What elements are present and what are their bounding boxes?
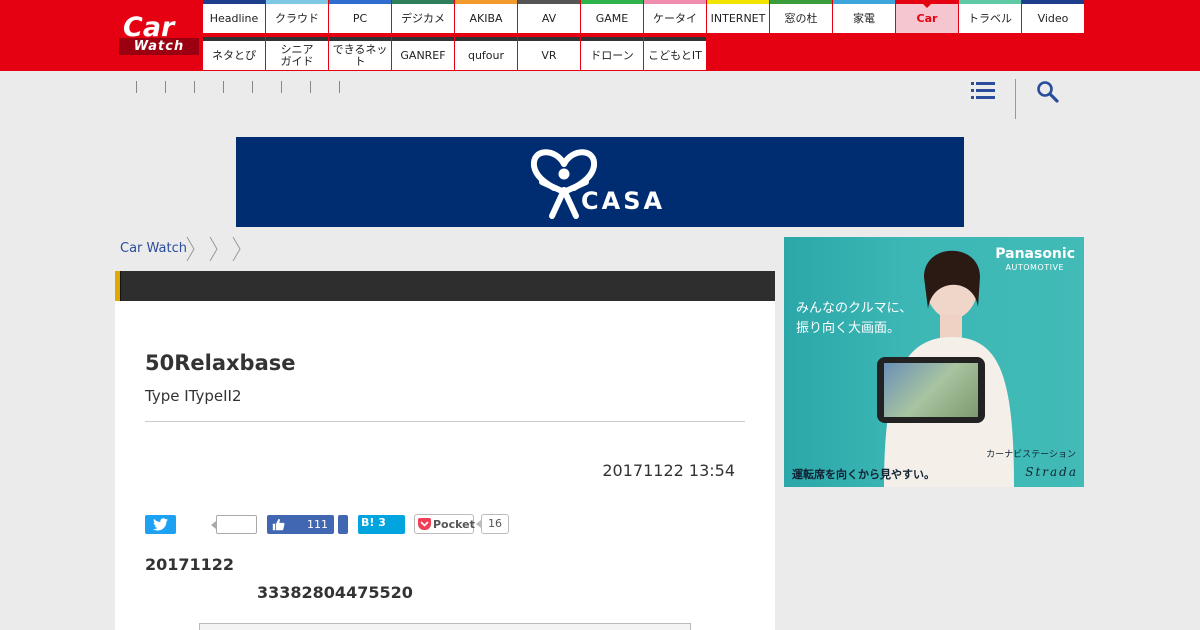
nav-item-akiba[interactable]: AKIBA bbox=[455, 0, 517, 33]
nav-item-label: Car bbox=[916, 11, 938, 25]
nav-item-label: GANREF bbox=[400, 48, 446, 62]
sub-nav-separator bbox=[194, 81, 195, 93]
ad-car-navi-device bbox=[877, 357, 985, 423]
nav-item-vr[interactable]: VR bbox=[518, 37, 580, 70]
article-lead-number: 33382804475520 bbox=[257, 583, 413, 602]
hatena-bookmark-label: B! 3 bbox=[361, 516, 386, 529]
title-divider bbox=[145, 421, 745, 422]
nav-item-game[interactable]: GAME bbox=[581, 0, 643, 33]
hatena-bookmark-button[interactable]: B! 3 bbox=[358, 515, 405, 534]
site-header: Car Watch Headline クラウド PC デジカメ AKIBA AV GAME ケ… bbox=[0, 0, 1200, 71]
ad-product-type: カーナビステーション bbox=[986, 450, 1076, 460]
search-icon[interactable] bbox=[1036, 80, 1060, 104]
article-date: 20171122 13:54 bbox=[602, 461, 735, 480]
breadcrumb-chevron-icon bbox=[186, 236, 195, 262]
active-indicator-icon bbox=[922, 3, 932, 8]
nav-item-label: シニア ガイド bbox=[280, 42, 314, 68]
nav-item-label: できるネット bbox=[332, 42, 388, 68]
twitter-share-button[interactable] bbox=[145, 515, 176, 534]
sub-nav-separator bbox=[339, 81, 340, 93]
panasonic-side-ad[interactable]: Panasonic AUTOMOTIVE みんなのクルマに、 振り向く大画面。 … bbox=[784, 237, 1084, 487]
car-watch-logo[interactable]: Car Watch bbox=[119, 14, 199, 58]
menu-icon[interactable] bbox=[971, 80, 995, 100]
nav-item-label: こどもとIT bbox=[648, 48, 702, 62]
nav-item-ganref[interactable]: GANREF bbox=[392, 37, 454, 70]
nav-item-qufour[interactable]: qufour bbox=[455, 37, 517, 70]
sub-nav-separator bbox=[252, 81, 253, 93]
nav-item-label: 家電 bbox=[853, 11, 875, 25]
ad-tagline: 運転席を向くから見やすい。 bbox=[792, 468, 935, 481]
facebook-like-count: 111 bbox=[307, 518, 328, 531]
nav-item-label: ケータイ bbox=[653, 11, 697, 25]
breadcrumb-home[interactable]: Car Watch bbox=[120, 241, 187, 256]
breadcrumb-chevron-icon bbox=[209, 236, 218, 262]
ad-brand: Panasonic bbox=[995, 246, 1075, 262]
thumbs-up-icon bbox=[272, 518, 285, 531]
ad-copy-line1: みんなのクルマに、 bbox=[796, 301, 913, 316]
nav-item-label: qufour bbox=[467, 48, 505, 62]
nav-item-ケータイ[interactable]: ケータイ bbox=[644, 0, 706, 33]
article-image-frame bbox=[199, 623, 691, 630]
twitter-share-count bbox=[211, 515, 257, 534]
article-lead-date: 20171122 bbox=[145, 555, 235, 574]
facebook-share-button[interactable] bbox=[338, 515, 348, 534]
ad-copy-line2: 振り向く大画面。 bbox=[796, 321, 901, 336]
nav-item-クラウド[interactable]: クラウド bbox=[266, 0, 328, 33]
nav-item-家電[interactable]: 家電 bbox=[833, 0, 895, 33]
nav-item-トラベル[interactable]: トラベル bbox=[959, 0, 1021, 33]
nav-item-label: トラベル bbox=[968, 11, 1012, 25]
sub-nav-separator bbox=[310, 81, 311, 93]
sub-nav-separator bbox=[136, 81, 137, 93]
nav-item-ネタとぴ[interactable]: ネタとぴ bbox=[203, 37, 265, 70]
nav-item-label: PC bbox=[352, 11, 368, 25]
nav-item-label: デジカメ bbox=[401, 11, 445, 25]
nav-item-label: GAME bbox=[595, 11, 629, 25]
nav-item-ドローン[interactable]: ドローン bbox=[581, 37, 643, 70]
nav-item-デジカメ[interactable]: デジカメ bbox=[392, 0, 454, 33]
nav-item-label: Headline bbox=[209, 11, 259, 25]
nav-item-label: VR bbox=[541, 48, 557, 62]
article-title: 50Relaxbase bbox=[145, 351, 296, 375]
nav-item-label: ネタとぴ bbox=[212, 48, 256, 62]
pocket-label: Pocket bbox=[433, 518, 475, 531]
facebook-like-button[interactable]: 111 bbox=[267, 515, 334, 534]
nav-item-できるネット[interactable]: できるネット bbox=[329, 37, 391, 70]
nav-item-internet[interactable]: INTERNET bbox=[707, 0, 769, 33]
nav-item-シニア-ガイド[interactable]: シニア ガイド bbox=[266, 37, 328, 70]
ad-navi-screen bbox=[884, 363, 978, 417]
header-divider bbox=[1015, 79, 1016, 119]
pocket-button[interactable]: Pocket bbox=[414, 514, 475, 534]
sub-nav-separator bbox=[281, 81, 282, 93]
nav-item-label: 窓の杜 bbox=[784, 11, 818, 25]
nav-item-label: AV bbox=[541, 11, 557, 25]
logo-watch-text: Watch bbox=[119, 38, 199, 55]
nav-item-label: Video bbox=[1037, 11, 1069, 25]
nav-item-pc[interactable]: PC bbox=[329, 0, 391, 33]
article-body: 50Relaxbase Type ITypeII2 20171122 13:54… bbox=[115, 301, 775, 630]
breadcrumb-chevron-icon bbox=[232, 236, 241, 262]
casa-banner-ad[interactable]: CASA bbox=[236, 137, 964, 227]
ad-brand-sub: AUTOMOTIVE bbox=[1005, 263, 1064, 272]
nav-item-こどもとit[interactable]: こどもとIT bbox=[644, 37, 706, 70]
banner-text: CASA bbox=[581, 187, 666, 215]
ad-product-name: Strada bbox=[1025, 465, 1078, 479]
sub-nav-separator bbox=[223, 81, 224, 93]
pocket-icon bbox=[418, 518, 431, 530]
nav-item-headline[interactable]: Headline bbox=[203, 0, 265, 33]
nav-item-label: AKIBA bbox=[469, 11, 503, 25]
nav-item-video[interactable]: Video bbox=[1022, 0, 1084, 33]
pocket-count: 16 bbox=[476, 514, 509, 534]
site-nav: Headline クラウド PC デジカメ AKIBA AV GAME ケータイ INTERNE… bbox=[203, 0, 1085, 71]
nav-item-label: ドローン bbox=[590, 48, 634, 62]
nav-item-label: クラウド bbox=[275, 11, 319, 25]
sub-nav-separator bbox=[165, 81, 166, 93]
twitter-bird-icon bbox=[153, 518, 168, 531]
nav-item-car[interactable]: Car bbox=[896, 0, 958, 33]
nav-item-窓の杜[interactable]: 窓の杜 bbox=[770, 0, 832, 33]
nav-item-label: INTERNET bbox=[710, 11, 766, 25]
article-subtitle: Type ITypeII2 bbox=[145, 387, 242, 405]
nav-item-av[interactable]: AV bbox=[518, 0, 580, 33]
section-header-bar bbox=[115, 271, 775, 301]
